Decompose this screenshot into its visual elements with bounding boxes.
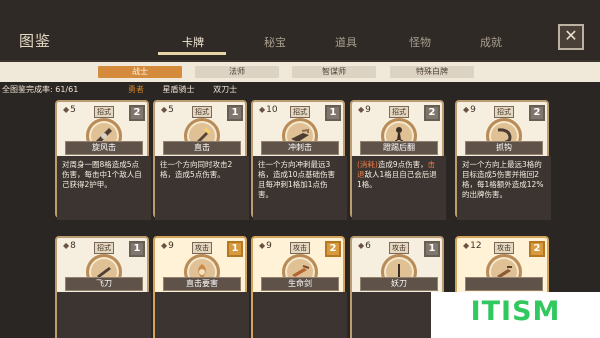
card-type: 招式 [94,242,114,254]
active-tab-underline [158,52,226,55]
card-cost: ◆5 [161,105,174,115]
page-title: 图鉴 [19,32,52,50]
energy-icon: ◆ [463,241,470,250]
category-warrior[interactable]: 战士 [98,66,182,78]
tab-monsters[interactable]: 怪物 [385,34,455,50]
card-cost: ◆6 [358,241,371,251]
class-dual-blade[interactable]: 双刀士 [213,85,237,94]
energy-icon: ◆ [161,241,168,250]
card-description [57,292,151,338]
card-name: 飞刀 [65,277,143,291]
completion-progress: 全图鉴完成率: 61/61 [2,85,79,94]
energy-icon: ◆ [259,241,266,250]
card-cost: ◆9 [358,105,371,115]
card-description [155,292,249,338]
card-life-sword[interactable]: ◆9 攻击 2 生命剑 [251,236,347,338]
card-kick-flip[interactable]: ◆9 招式 2 蹬踢后翻 (消耗)造成9点伤害，击退敌人1格且自己会后退1格。 [350,100,446,220]
card-cost: ◆9 [161,241,174,251]
card-description: (消耗)造成9点伤害，击退敌人1格且自己会后退1格。 [352,156,446,220]
watermark-rest: ISM [501,296,561,327]
tab-items[interactable]: 道具 [311,34,381,50]
category-mage[interactable]: 法师 [195,66,279,78]
energy-icon: ◆ [63,105,70,114]
energy-icon: ◆ [161,105,168,114]
card-cost: ◆9 [259,241,272,251]
watermark-main: IT [470,296,502,327]
category-special-white[interactable]: 特殊白牌 [390,66,474,78]
card-type: 招式 [290,106,310,118]
watermark: ITISM [431,292,600,338]
tab-treasures[interactable]: 秘宝 [240,34,310,50]
card-grappling-hook[interactable]: ◆9 招式 2 抓钩 对一个方向上最远3格的目标造成5伤害并拖回2格，每1格额外… [455,100,551,220]
card-rank: 2 [529,105,545,121]
card-name: 妖刀 [360,277,438,291]
class-list: 勇者 星盾骑士 双刀士 [128,84,253,95]
card-type: 攻击 [494,242,514,254]
card-throwing-knife[interactable]: ◆8 招式 1 飞刀 [55,236,151,338]
card-description: 对一个方向上最远3格的目标造成5伤害并拖回2格，每1格额外造成12%的出牌伤害。 [457,156,551,220]
card-rank: 1 [424,241,440,257]
energy-icon: ◆ [358,105,365,114]
card-type: 招式 [494,106,514,118]
category-strategist[interactable]: 智谋师 [292,66,376,78]
card-cost: ◆5 [63,105,76,115]
card-name: 冲刺击 [261,141,339,155]
card-name: 直击要害 [163,277,241,291]
card-cost: ◆9 [463,105,476,115]
energy-icon: ◆ [358,241,365,250]
energy-icon: ◆ [63,241,70,250]
card-whirlwind[interactable]: ◆5 招式 2 旋风击 对周身一圈8格造成5点伤害，每击中1个敌人自己获得2护甲… [55,100,151,220]
card-straight-strike[interactable]: ◆5 招式 1 直击 往一个方向同时攻击2格，造成5点伤害。 [153,100,249,220]
card-name: 旋风击 [65,141,143,155]
card-type: 攻击 [290,242,310,254]
card-type: 招式 [192,106,212,118]
card-rank: 2 [129,105,145,121]
class-star-shield-knight[interactable]: 星盾骑士 [163,85,195,94]
card-rank: 2 [424,105,440,121]
tab-achievements[interactable]: 成就 [456,34,526,50]
card-description: 对周身一圈8格造成5点伤害，每击中1个敌人自己获得2护甲。 [57,156,151,220]
card-rank: 1 [129,241,145,257]
energy-icon: ◆ [259,105,266,114]
card-name: 生命剑 [261,277,339,291]
card-rank: 1 [325,105,341,121]
card-vital-strike[interactable]: ◆9 攻击 1 直击要害 [153,236,249,338]
card-cost: ◆12 [463,241,482,251]
card-type: 招式 [94,106,114,118]
card-cost: ◆8 [63,241,76,251]
card-type: 攻击 [192,242,212,254]
card-dash-strike[interactable]: ◆10 招式 1 冲刺击 往一个方向冲刺最远3格，造成10点基础伤害且每冲刺1格… [251,100,347,220]
card-type: 招式 [389,106,409,118]
card-rank: 2 [529,241,545,257]
card-name [465,277,543,291]
card-name: 蹬踢后翻 [360,141,438,155]
tab-cards[interactable]: 卡牌 [158,34,228,50]
card-name: 直击 [163,141,241,155]
card-rank: 1 [227,105,243,121]
card-cost: ◆10 [259,105,278,115]
class-hero[interactable]: 勇者 [128,85,144,94]
card-rank: 1 [227,241,243,257]
card-description: 往一个方向冲刺最远3格，造成10点基础伤害且每冲刺1格加1点伤害。 [253,156,347,220]
card-rank: 2 [325,241,341,257]
energy-icon: ◆ [463,105,470,114]
card-name: 抓钩 [465,141,543,155]
card-demon-blade[interactable]: ◆6 攻击 1 妖刀 [350,236,446,338]
card-type: 攻击 [389,242,409,254]
card-description: 往一个方向同时攻击2格，造成5点伤害。 [155,156,249,220]
card-description [253,292,347,338]
close-button[interactable]: ✕ [558,24,584,50]
